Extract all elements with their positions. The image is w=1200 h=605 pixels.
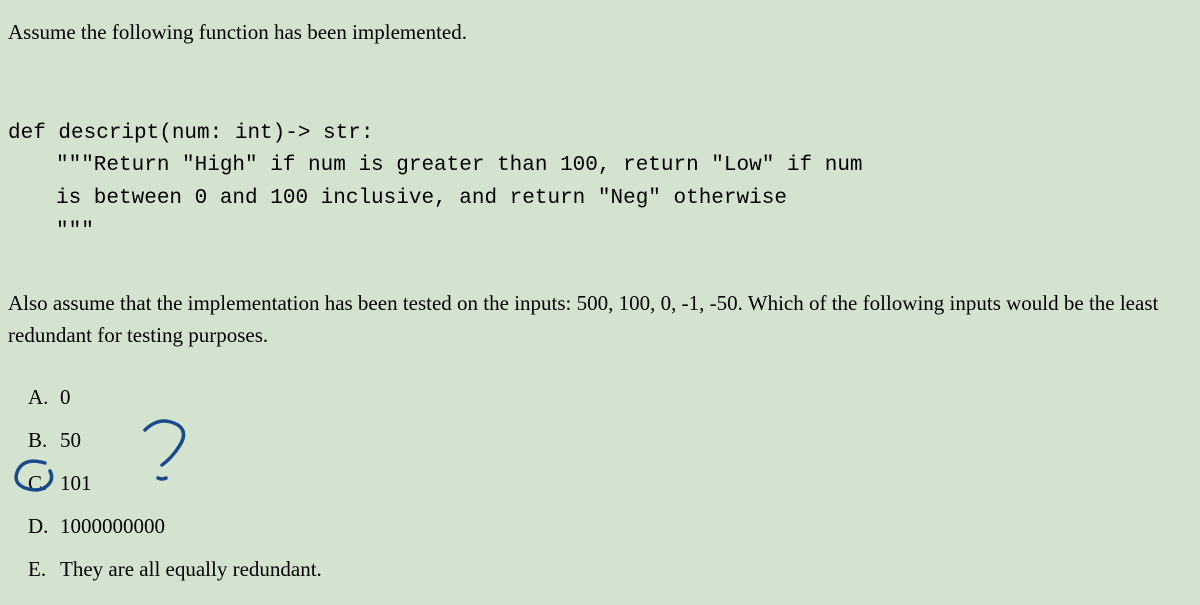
option-c: C. 101 (28, 471, 1192, 496)
code-line-3: is between 0 and 100 inclusive, and retu… (8, 187, 787, 210)
code-block: def descript(num: int)-> str: """Return … (8, 85, 1192, 248)
option-d: D. 1000000000 (28, 514, 1192, 539)
option-value: 50 (60, 428, 81, 453)
option-letter: E. (28, 557, 60, 582)
annotation-question-mark (130, 410, 200, 490)
option-letter: A. (28, 385, 60, 410)
option-b: B. 50 (28, 428, 1192, 453)
option-e: E. They are all equally redundant. (28, 557, 1192, 582)
followup-text: Also assume that the implementation has … (8, 288, 1192, 351)
option-letter: B. (28, 428, 60, 453)
option-a: A. 0 (28, 385, 1192, 410)
option-letter: D. (28, 514, 60, 539)
code-line-4: """ (8, 220, 94, 243)
option-value: 101 (60, 471, 92, 496)
code-line-1: def descript(num: int)-> str: (8, 122, 373, 145)
option-value: 0 (60, 385, 71, 410)
option-value: 1000000000 (60, 514, 165, 539)
intro-text: Assume the following function has been i… (8, 18, 1192, 47)
option-value: They are all equally redundant. (60, 557, 322, 582)
annotation-circle-c (10, 455, 60, 495)
code-line-2: """Return "High" if num is greater than … (8, 154, 863, 177)
